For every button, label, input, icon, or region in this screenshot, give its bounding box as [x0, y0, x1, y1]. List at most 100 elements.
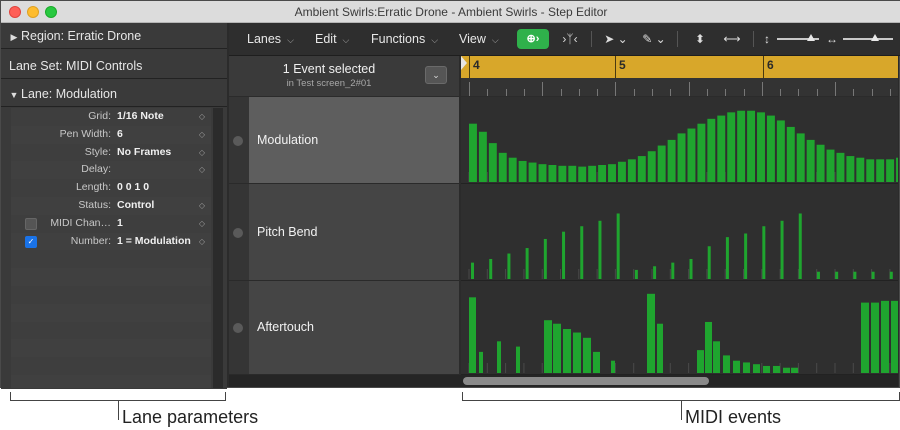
midi-event-bar[interactable]	[866, 159, 875, 182]
midi-event-bar[interactable]	[697, 350, 704, 373]
pointer-tool-icon[interactable]: ➤ ⌄	[603, 30, 629, 48]
midi-event-bar[interactable]	[717, 115, 726, 182]
midi-event-bar[interactable]	[548, 164, 557, 182]
parameter-row[interactable]: Status: Control ◇	[11, 197, 211, 215]
bar-ruler[interactable]: 4 5 6	[461, 56, 898, 96]
midi-event-bar[interactable]	[881, 300, 889, 373]
midi-event-bar[interactable]	[471, 262, 474, 279]
midi-event-bar[interactable]	[733, 360, 740, 373]
midi-event-bar[interactable]	[891, 300, 898, 373]
midi-event-bar[interactable]	[723, 355, 730, 373]
midi-event-bar[interactable]	[835, 271, 839, 279]
midi-event-bar[interactable]	[744, 233, 748, 280]
midi-event-bar[interactable]	[707, 246, 711, 279]
midi-event-bar[interactable]	[677, 133, 686, 182]
midi-event-bar[interactable]	[469, 297, 476, 373]
horizontal-zoom-slider[interactable]	[843, 38, 893, 40]
midi-event-bar[interactable]	[497, 341, 501, 373]
midi-event-bar[interactable]	[608, 164, 616, 182]
edit-menu[interactable]: Edit ⌵	[315, 29, 349, 49]
midi-event-bar[interactable]	[836, 152, 845, 182]
parameter-row[interactable]: Pen Width: 6 ◇	[11, 126, 211, 144]
midi-event-bar[interactable]	[776, 120, 785, 182]
midi-event-bar[interactable]	[544, 320, 552, 373]
midi-event-bar[interactable]	[886, 159, 895, 182]
midi-event-bar[interactable]	[753, 364, 760, 373]
parameter-value[interactable]: 6	[117, 126, 123, 143]
midi-event-bar[interactable]	[573, 332, 581, 373]
midi-event-bar[interactable]	[593, 351, 600, 373]
lanes-menu[interactable]: Lanes ⌵	[247, 29, 294, 49]
midi-event-bar[interactable]	[846, 156, 855, 182]
parameter-checkbox[interactable]	[25, 217, 37, 230]
midi-event-bar[interactable]	[743, 362, 750, 373]
midi-event-bar[interactable]	[653, 266, 657, 279]
midi-event-bar[interactable]	[763, 365, 770, 373]
midi-event-bar[interactable]	[634, 269, 638, 279]
stepper-arrows-icon[interactable]: ◇	[199, 197, 205, 214]
midi-event-bar[interactable]	[747, 110, 756, 182]
midi-event-bar[interactable]	[816, 271, 820, 279]
midi-event-bar[interactable]	[780, 220, 784, 279]
stepper-arrows-icon[interactable]: ◇	[199, 144, 205, 161]
stepper-arrows-icon[interactable]: ◇	[199, 215, 205, 232]
midi-event-bar[interactable]	[489, 258, 493, 279]
midi-event-bar[interactable]	[757, 112, 765, 182]
midi-event-bar[interactable]	[611, 360, 615, 373]
midi-event-bar[interactable]	[598, 164, 607, 182]
midi-event-bar[interactable]	[762, 226, 766, 279]
midi-event-bar[interactable]	[553, 323, 561, 373]
parameter-value[interactable]: 1/16 Note	[117, 108, 164, 125]
midi-event-bar[interactable]	[713, 341, 720, 373]
midi-event-bar[interactable]	[598, 220, 602, 279]
midi-event-bar[interactable]	[508, 157, 517, 182]
midi-event-bar[interactable]	[525, 248, 529, 279]
midi-event-bar[interactable]	[876, 159, 885, 182]
lane-mute-dot[interactable]	[233, 323, 243, 333]
midi-event-bar[interactable]	[786, 126, 795, 182]
midi-event-bar[interactable]	[479, 351, 483, 373]
midi-event-bar[interactable]	[826, 149, 835, 182]
stepper-arrows-icon[interactable]: ◇	[199, 161, 205, 178]
midi-event-bar[interactable]	[871, 302, 879, 373]
midi-event-bar[interactable]	[578, 166, 587, 182]
lane-header[interactable]: Pitch Bend	[229, 184, 459, 281]
midi-event-bar[interactable]	[889, 271, 893, 279]
midi-event-bar[interactable]	[580, 226, 584, 279]
view-menu[interactable]: View ⌵	[459, 29, 499, 49]
lane-disclosure[interactable]: ▼ Lane: Modulation	[1, 81, 227, 107]
midi-event-bar[interactable]	[689, 258, 693, 279]
parameter-value[interactable]: 1 = Modulation	[117, 233, 191, 250]
functions-menu[interactable]: Functions ⌵	[371, 29, 438, 49]
midi-event-bar[interactable]	[616, 213, 620, 279]
pencil-tool-icon[interactable]: ✎ ⌄	[639, 30, 669, 48]
lane-set-row[interactable]: Lane Set: MIDI Controls	[1, 53, 227, 79]
stepper-arrows-icon[interactable]: ◇	[199, 108, 205, 125]
lane-header[interactable]: Aftertouch	[229, 281, 459, 375]
midi-event-bar[interactable]	[737, 110, 746, 182]
midi-event-bar[interactable]	[647, 151, 656, 182]
lane-settings-button[interactable]: ⌄	[425, 66, 447, 84]
midi-event-bar[interactable]	[617, 161, 626, 182]
parameter-row[interactable]: Style: No Frames ◇	[11, 143, 211, 162]
midi-event-bar[interactable]	[588, 165, 597, 182]
midi-event-bar[interactable]	[707, 118, 716, 182]
midi-event-bar[interactable]	[657, 145, 666, 182]
parameter-value[interactable]: No Frames	[117, 144, 171, 161]
parameter-row[interactable]: ✓ Number: 1 = Modulation ◇	[11, 233, 211, 251]
lane-header[interactable]: Modulation	[229, 97, 459, 184]
midi-event-bar[interactable]	[766, 115, 775, 182]
midi-event-bar[interactable]	[637, 156, 646, 182]
midi-event-bar[interactable]	[816, 144, 825, 182]
fit-horizontal-icon[interactable]: ⟷	[723, 30, 741, 48]
horizontal-zoom-knob[interactable]	[871, 34, 879, 41]
parameter-row[interactable]: Grid: 1/16 Note ◇	[11, 108, 211, 126]
midi-event-bar[interactable]	[518, 160, 527, 182]
midi-event-bar[interactable]	[538, 164, 547, 182]
parameter-checkbox[interactable]: ✓	[25, 235, 37, 248]
midi-event-bar[interactable]	[725, 237, 729, 279]
parameter-value[interactable]: Control	[117, 197, 154, 214]
midi-event-bar[interactable]	[627, 159, 636, 182]
midi-event-bar[interactable]	[488, 143, 497, 182]
midi-event-bar[interactable]	[558, 165, 567, 182]
